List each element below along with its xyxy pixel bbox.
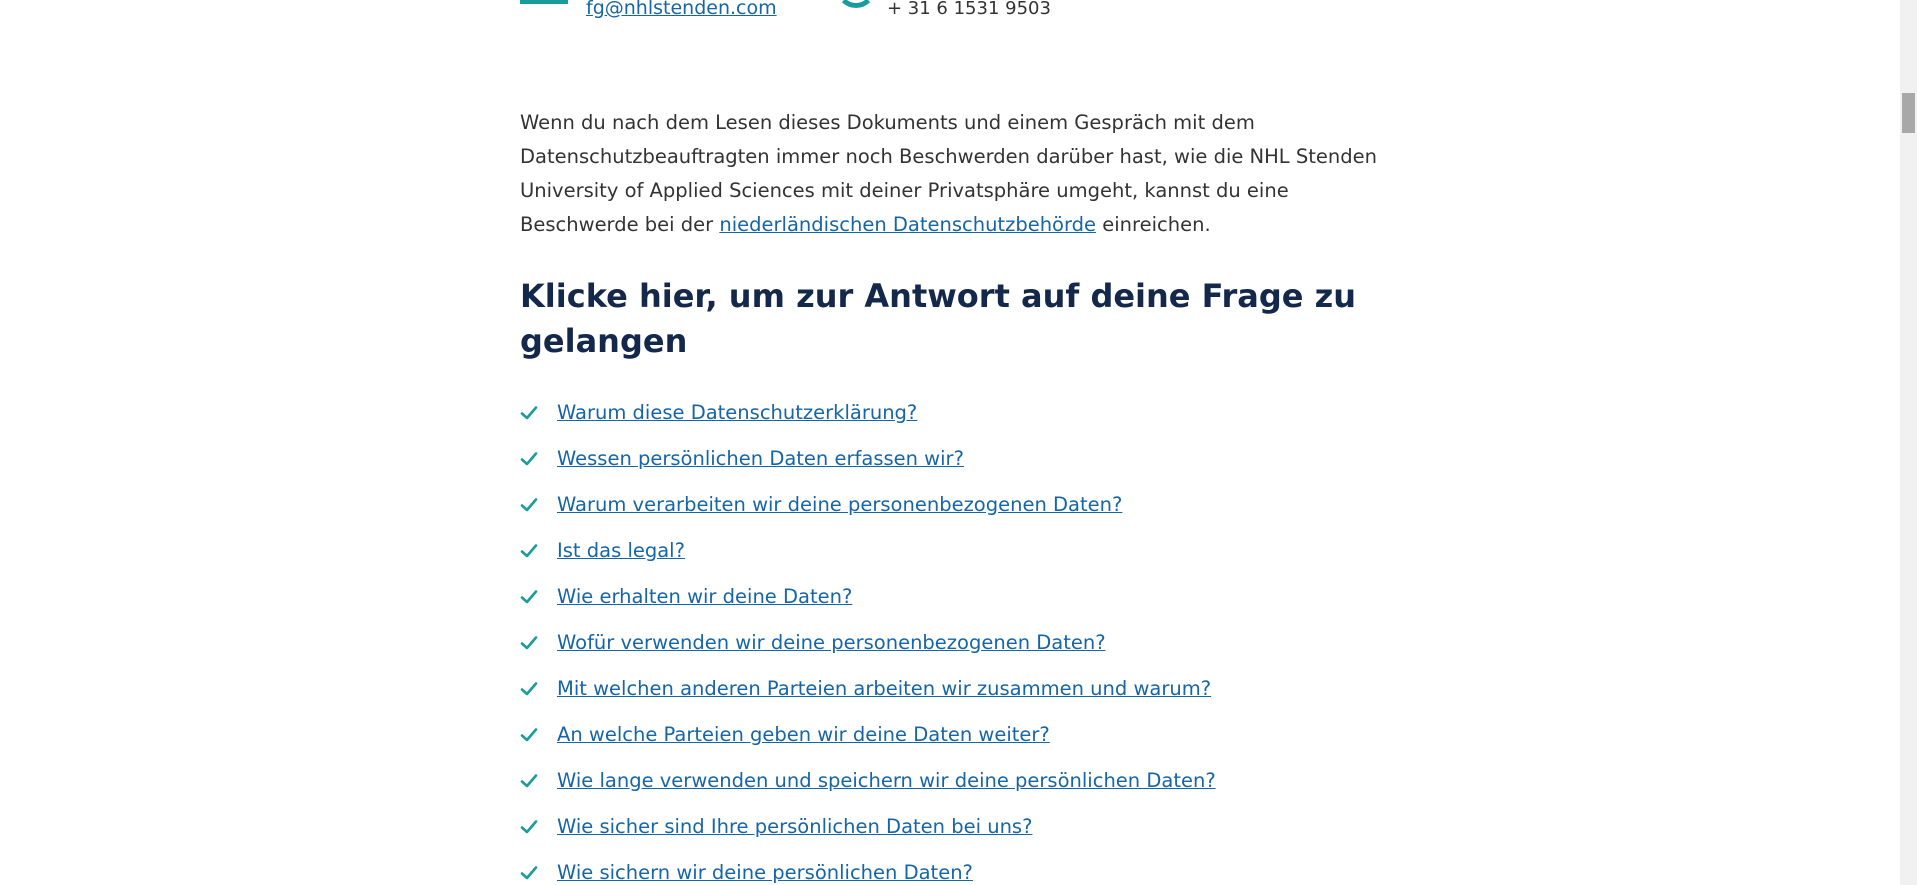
- faq-list-item: Warum verarbeiten wir deine personenbezo…: [520, 490, 1216, 536]
- faq-list-item: Wie lange verwenden und speichern wir de…: [520, 766, 1216, 812]
- faq-link[interactable]: Wie sichern wir deine persönlichen Daten…: [557, 858, 973, 885]
- faq-list-item: Mit welchen anderen Parteien arbeiten wi…: [520, 674, 1216, 720]
- faq-list-item: Wie erhalten wir deine Daten?: [520, 582, 1216, 628]
- check-icon: [520, 590, 538, 604]
- check-icon: [520, 544, 538, 558]
- check-icon: [520, 682, 538, 696]
- check-icon: [520, 774, 538, 788]
- faq-link[interactable]: Warum verarbeiten wir deine personenbezo…: [557, 490, 1122, 520]
- faq-list-item: Wofür verwenden wir deine personenbezoge…: [520, 628, 1216, 674]
- mail-icon: [520, 0, 568, 4]
- check-icon: [520, 636, 538, 650]
- intro-text-after: einreichen.: [1096, 213, 1211, 236]
- faq-link[interactable]: Wie erhalten wir deine Daten?: [557, 582, 852, 612]
- faq-list-item: Wie sichern wir deine persönlichen Daten…: [520, 858, 1216, 885]
- faq-list-item: Ist das legal?: [520, 536, 1216, 582]
- faq-heading: Klicke hier, um zur Antwort auf deine Fr…: [520, 277, 1356, 360]
- faq-link[interactable]: Mit welchen anderen Parteien arbeiten wi…: [557, 674, 1211, 704]
- phone-icon: [836, 0, 876, 8]
- faq-link[interactable]: Wie lange verwenden und speichern wir de…: [557, 766, 1216, 796]
- check-icon: [520, 728, 538, 742]
- faq-link[interactable]: An welche Parteien geben wir deine Daten…: [557, 720, 1050, 750]
- contact-email-link[interactable]: fg@nhlstenden.com: [586, 0, 777, 19]
- vertical-scrollbar[interactable]: [1900, 0, 1917, 885]
- check-icon: [520, 498, 538, 512]
- check-icon: [520, 406, 538, 420]
- scrollbar-thumb[interactable]: [1902, 93, 1915, 133]
- faq-list-item: An welche Parteien geben wir deine Daten…: [520, 720, 1216, 766]
- faq-list-item: Wessen persönlichen Daten erfassen wir?: [520, 444, 1216, 490]
- faq-link[interactable]: Wessen persönlichen Daten erfassen wir?: [557, 444, 964, 474]
- complaint-paragraph: Wenn du nach dem Lesen dieses Dokuments …: [520, 106, 1380, 242]
- faq-link[interactable]: Warum diese Datenschutzerklärung?: [557, 398, 917, 428]
- faq-link[interactable]: Wie sicher sind Ihre persönlichen Daten …: [557, 812, 1032, 842]
- dutch-dpa-link[interactable]: niederländischen Datenschutzbehörde: [719, 213, 1096, 236]
- faq-link[interactable]: Ist das legal?: [557, 536, 685, 566]
- faq-list-item: Warum diese Datenschutzerklärung?: [520, 398, 1216, 444]
- contact-phone: + 31 6 1531 9503: [887, 0, 1051, 19]
- contact-row: fg@nhlstenden.com + 31 6 1531 9503: [520, 0, 1380, 24]
- page: fg@nhlstenden.com + 31 6 1531 9503 Wenn …: [0, 0, 1917, 885]
- check-icon: [520, 452, 538, 466]
- check-icon: [520, 866, 538, 880]
- faq-link[interactable]: Wofür verwenden wir deine personenbezoge…: [557, 628, 1106, 658]
- faq-list-item: Wie sicher sind Ihre persönlichen Daten …: [520, 812, 1216, 858]
- faq-list: Warum diese Datenschutzerklärung? Wessen …: [520, 398, 1216, 885]
- check-icon: [520, 820, 538, 834]
